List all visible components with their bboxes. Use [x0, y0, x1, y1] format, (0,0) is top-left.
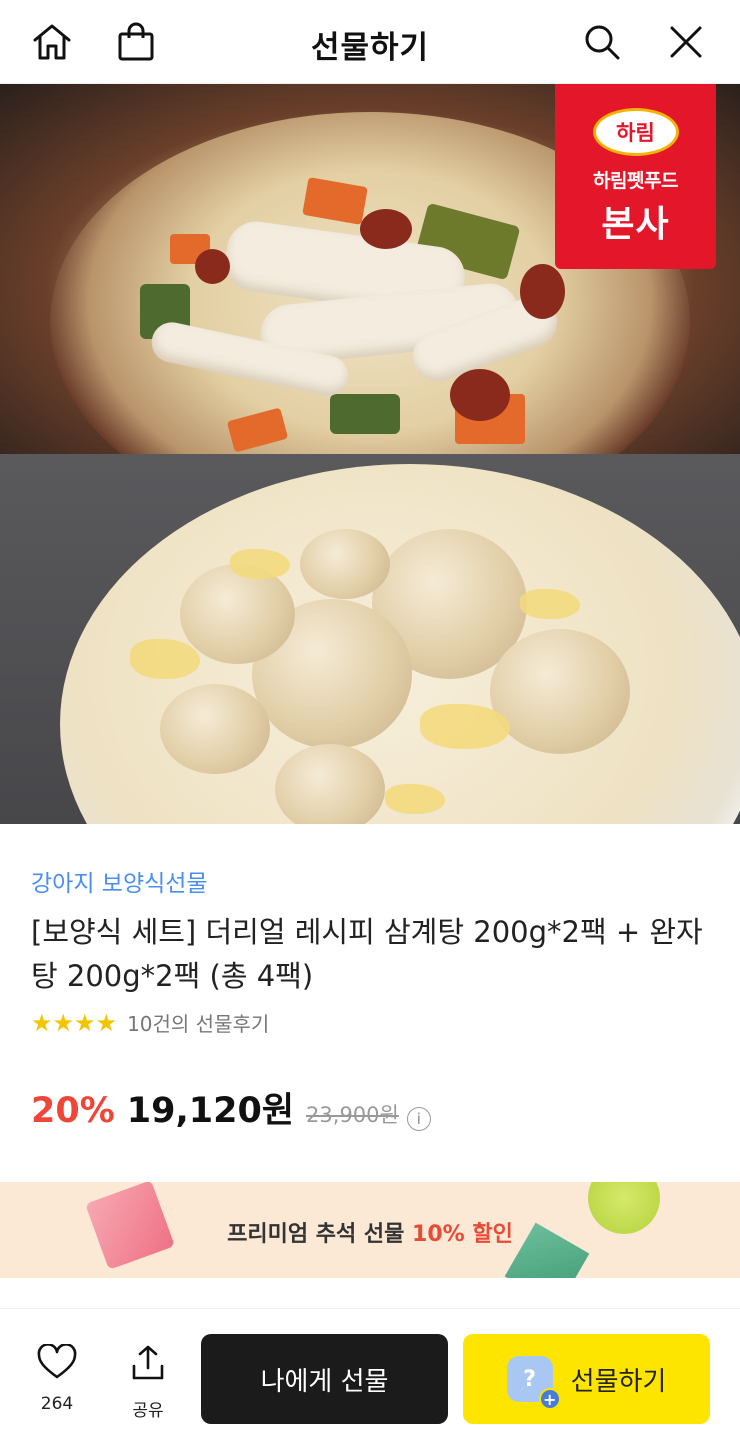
sale-price: 19,120원: [126, 1091, 295, 1131]
divider: [0, 1308, 740, 1309]
top-navigation-bar: 선물하기: [0, 0, 740, 84]
search-icon[interactable]: [580, 20, 624, 64]
product-title: [보양식 세트] 더리얼 레시피 삼계탕 200g*2팩 + 완자탕 200g*…: [31, 915, 703, 993]
heart-icon: [37, 1344, 77, 1379]
share-icon: [132, 1345, 164, 1380]
star-rating-icon: ★★★★: [31, 1008, 118, 1037]
meatball-soup-photo: [0, 454, 740, 824]
review-count-link[interactable]: 10건의 선물후기: [127, 1008, 269, 1037]
gift-to-myself-button[interactable]: 나에게 선물: [201, 1334, 448, 1424]
send-gift-label: 선물하기: [570, 1366, 667, 1397]
discount-rate: 20%: [31, 1091, 115, 1131]
plus-icon: +: [538, 1388, 561, 1410]
brand-subtitle: 하림펫푸드: [593, 170, 678, 192]
wishlist-button[interactable]: 264: [29, 1344, 85, 1414]
promo-banner-text: 프리미엄 추석 선물 10% 할인: [227, 1222, 513, 1247]
close-icon[interactable]: [664, 20, 708, 64]
product-category-link[interactable]: 강아지 보양식선물: [31, 864, 208, 898]
promo-banner[interactable]: 프리미엄 추석 선물 10% 할인: [0, 1182, 740, 1278]
share-button[interactable]: 공유: [120, 1344, 176, 1421]
rating-row[interactable]: ★★★★ 10건의 선물후기: [31, 1008, 269, 1037]
wishlist-count: 264: [40, 1394, 74, 1414]
promo-highlight: 10% 할인: [412, 1222, 513, 1247]
send-gift-button[interactable]: ? + 선물하기: [463, 1334, 710, 1424]
gift-to-myself-label: 나에게 선물: [260, 1366, 389, 1397]
original-price: 23,900원: [306, 1103, 399, 1127]
brand-badge: 하림 하림펫푸드 본사: [555, 84, 716, 269]
price-row: 20% 19,120원 23,900원 i: [31, 1082, 431, 1133]
page-title: 선물하기: [310, 30, 430, 66]
brand-logo: 하림: [592, 108, 679, 156]
info-icon[interactable]: i: [406, 1107, 431, 1131]
share-label: 공유: [132, 1401, 164, 1421]
gift-friend-icon: ? +: [506, 1356, 561, 1410]
brand-main-label: 본사: [601, 204, 670, 245]
bottom-action-bar: 264 공유 나에게 선물 ? + 선물하기: [0, 1310, 740, 1448]
